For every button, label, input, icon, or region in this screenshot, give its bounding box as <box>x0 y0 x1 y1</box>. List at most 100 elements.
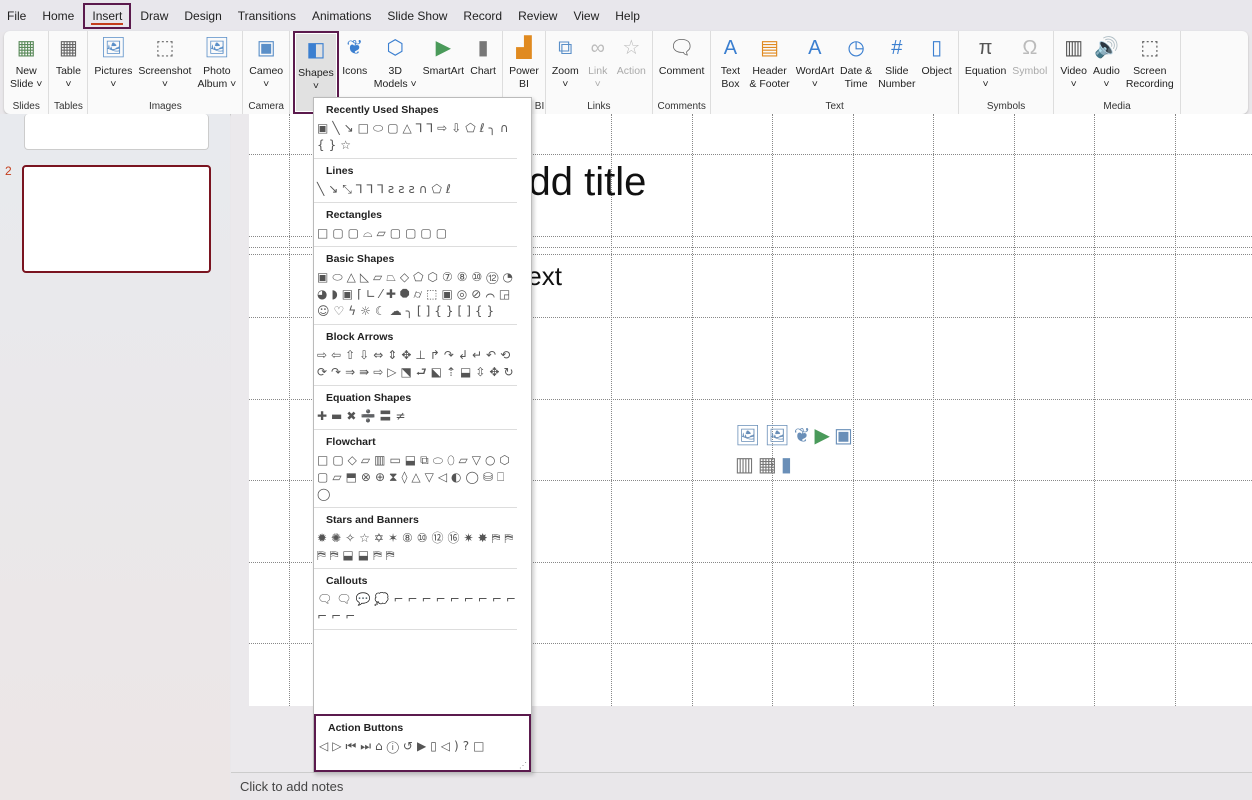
button-label: Screenshot <box>138 65 192 77</box>
group-label: Comments <box>657 101 706 112</box>
header-footer-icon: ▤ <box>760 36 779 59</box>
link-icon: ∞ <box>590 36 605 59</box>
button-label: Icons <box>342 65 368 77</box>
button-label: Header <box>752 65 787 77</box>
object-icon: ▯ <box>931 36 943 59</box>
flowchart-shape-grid[interactable]: □▢◇▱▥▭⬓⧉⬭⬯▱▽○⬡▢⏥⬒⊗⊕⧗◊△▽◁◐◯⛁⎕◯ <box>314 452 520 503</box>
button-label-2: ˅ <box>1070 78 1077 90</box>
tab-record[interactable]: Record <box>456 3 509 29</box>
section-title: Rectangles <box>326 209 383 221</box>
section-title: Block Arrows <box>326 331 394 343</box>
slide-number-label: 2 <box>5 164 12 178</box>
screenshot-icon: ⬚ <box>155 36 175 59</box>
group-text: A Text Box ▤ Header & Footer A WordArt ˅ ◷ Date & T… <box>711 31 959 114</box>
group-label: Images <box>148 101 182 112</box>
button-label: Pictures <box>94 65 133 77</box>
button-label: Audio <box>1092 65 1120 77</box>
rectangles-shape-grid[interactable]: □▢▢⌓▱▢▢▢▢ <box>314 225 520 242</box>
insert-picture-icon[interactable]: 🖼 <box>735 423 760 448</box>
tab-review[interactable]: Review <box>511 3 564 29</box>
icons-icon: ❦ <box>346 36 364 59</box>
section-title: Lines <box>326 165 354 177</box>
basic-shapes-shape-grid[interactable]: ▣⬭△◺▱⏢◇⬠⬡⑦⑧⑩⑫◔◕◗▣⌈∟⁄✚⯃⌭⬚▣◎⊘⌒◲☺♡ϟ☼☾☁╮[]{}… <box>314 269 520 320</box>
action-buttons-shape-grid[interactable]: ◁▷⏮⏭⌂ⓘ↺▶▯◁)?□ <box>316 738 522 755</box>
group-label: Tables <box>53 101 83 112</box>
button-label: SmartArt <box>422 65 465 77</box>
block-arrows-shape-grid[interactable]: ⇨⇦⇧⇩⇔⇕✥⊥↱↷↲↵↶⟲⟳↷⇒⇛⇨▷⬔⮐⬕⇡⬓⇳✥↻ <box>314 347 520 381</box>
button-label-2: Album ˅ <box>197 78 237 90</box>
button-label: Shapes <box>298 67 334 79</box>
tab-home[interactable]: Home <box>35 3 81 29</box>
new-slide-icon: ▦ <box>16 36 36 59</box>
shapes-section-rectangles: Rectangles □▢▢⌓▱▢▢▢▢ <box>314 203 517 247</box>
group-label: Text <box>825 101 844 112</box>
shapes-section-lines: Lines ╲↘⤡⅂⅂⅂ꙅꙅꙅ∩⬠ℓ <box>314 159 517 203</box>
callouts-shape-grid[interactable]: 🗨🗨💬💭⌐⌐⌐⌐⌐⌐⌐⌐⌐⌐⌐⌐ <box>314 591 520 625</box>
tab-slide-show[interactable]: Slide Show <box>380 3 454 29</box>
equation-shapes-shape-grid[interactable]: ✚▬✖➗〓≠ <box>314 408 520 425</box>
button-label-2: ˅ <box>982 78 989 90</box>
shapes-section-block-arrows: Block Arrows ⇨⇦⇧⇩⇔⇕✥⊥↱↷↲↵↶⟲⟳↷⇒⇛⇨▷⬔⮐⬕⇡⬓⇳✥↻ <box>314 325 517 386</box>
insert-chart-icon[interactable]: ▮ <box>781 452 792 477</box>
wordart-icon: A <box>808 36 822 59</box>
button-label-2: Slide ˅ <box>10 78 43 90</box>
insert-table-icon[interactable]: ▦ <box>758 452 777 477</box>
section-title: Flowchart <box>326 436 376 448</box>
button-label-2: Box <box>721 78 740 90</box>
group-symbols: π Equation ˅ Ω Symbol Symbols <box>959 31 1055 114</box>
tab-file[interactable]: File <box>0 3 33 29</box>
button-label: 3D <box>388 65 402 77</box>
shapes-gallery-dropdown: Recently Used Shapes ▣╲↘□⬭▢△⅂⅂⇨⇩⬠ℓ╮∩{}☆ Li… <box>313 97 532 773</box>
insert-smartart-icon[interactable]: ▶ <box>815 423 830 448</box>
button-label: Equation <box>964 65 1007 77</box>
button-label-2: ˅ <box>65 78 72 90</box>
insert-cameo-icon[interactable]: ▣ <box>834 423 853 448</box>
power-bi-icon: ▟ <box>516 36 532 59</box>
insert-stock-images-icon[interactable]: 🖼 <box>764 423 789 448</box>
notes-placeholder: Click to add notes <box>240 779 344 794</box>
shapes-section-recently-used-shapes: Recently Used Shapes ▣╲↘□⬭▢△⅂⅂⇨⇩⬠ℓ╮∩{}☆ <box>314 98 517 159</box>
tab-design[interactable]: Design <box>177 3 228 29</box>
tab-transitions[interactable]: Transitions <box>231 3 303 29</box>
slide-thumbnail-1[interactable] <box>24 114 209 150</box>
tab-insert[interactable]: Insert <box>83 3 132 29</box>
button-label-2: ˅ <box>263 78 270 90</box>
section-title: Basic Shapes <box>326 253 395 265</box>
lines-shape-grid[interactable]: ╲↘⤡⅂⅂⅂ꙅꙅꙅ∩⬠ℓ <box>314 181 520 198</box>
group-camera: ▣ Cameo ˅ Camera <box>243 31 291 114</box>
shapes-section-action-buttons: Action Buttons ◁▷⏮⏭⌂ⓘ↺▶▯◁)?□ ⋰ <box>314 714 531 772</box>
tab-draw[interactable]: Draw <box>133 3 175 29</box>
button-label: Date & <box>840 65 873 77</box>
section-title: Callouts <box>326 575 368 587</box>
notes-pane[interactable]: Click to add notes <box>231 772 1252 800</box>
tab-help[interactable]: Help <box>608 3 647 29</box>
button-label: Action <box>616 65 646 77</box>
button-label: New <box>15 65 37 77</box>
recently-used-shapes-shape-grid[interactable]: ▣╲↘□⬭▢△⅂⅂⇨⇩⬠ℓ╮∩{}☆ <box>314 120 520 154</box>
insert-content-icons: 🖼 🖼 ❦ ▶ ▣ ▥ ▦ ▮ <box>735 423 855 477</box>
button-label: Chart <box>470 65 496 77</box>
resize-handle-icon[interactable]: ⋰ <box>519 761 527 770</box>
insert-icons-icon[interactable]: ❦ <box>794 423 811 448</box>
zoom-icon: ⧉ <box>558 36 573 59</box>
tab-view[interactable]: View <box>566 3 606 29</box>
3d-models-icon: ⬡ <box>386 36 404 59</box>
shapes-section-basic-shapes: Basic Shapes ▣⬭△◺▱⏢◇⬠⬡⑦⑧⑩⑫◔◕◗▣⌈∟⁄✚⯃⌭⬚▣◎⊘⌒… <box>314 247 517 325</box>
insert-video-icon[interactable]: ▥ <box>735 452 754 477</box>
ribbon-tabs: File Home Insert Draw Design Transitions Anima… <box>0 0 1252 32</box>
screen-recording-icon: ⬚ <box>1140 36 1160 59</box>
tab-animations[interactable]: Animations <box>305 3 378 29</box>
stars-and-banners-shape-grid[interactable]: ✹✺✧☆✡✶⑧⑩⑫⑯✷✸⛿⛿⛿⛿⬓⬓⛿⛿ <box>314 530 520 564</box>
shapes-section-equation-shapes: Equation Shapes ✚▬✖➗〓≠ <box>314 386 517 430</box>
group-comments: 🗨 Comment Comments <box>653 31 712 114</box>
button-label-2: ˅ <box>594 78 601 90</box>
slide-thumbnails-pane[interactable]: 2 <box>0 114 230 800</box>
button-label-2: ˅ <box>161 78 168 90</box>
button-label-2: ˅ <box>1103 78 1110 90</box>
button-label-2: Number <box>878 78 916 90</box>
smartart-icon: ▶ <box>435 36 452 59</box>
comment-icon: 🗨 <box>668 36 695 59</box>
group-media: ▥ Video ˅ 🔊 Audio ˅ ⬚ Screen Recording Media <box>1054 31 1181 114</box>
shapes-section-callouts: Callouts 🗨🗨💬💭⌐⌐⌐⌐⌐⌐⌐⌐⌐⌐⌐⌐ <box>314 569 517 630</box>
slide-thumbnail-2[interactable] <box>22 165 211 273</box>
